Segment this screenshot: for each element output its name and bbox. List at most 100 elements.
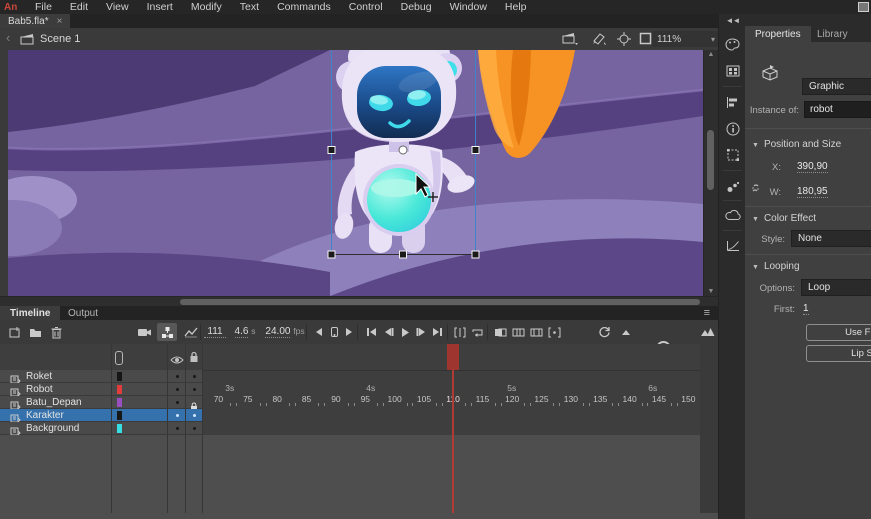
close-icon[interactable]: × [57, 16, 63, 27]
menu-item-text[interactable]: Text [231, 0, 268, 14]
new-folder-button[interactable] [27, 324, 43, 340]
menu-item-commands[interactable]: Commands [268, 0, 340, 14]
timeline-zoom-out-icon[interactable] [618, 324, 634, 340]
instance-name-field[interactable]: robot [804, 101, 871, 118]
panel-menu-icon[interactable]: ≡ [704, 307, 710, 319]
layer-row-robot[interactable]: Robot [0, 383, 203, 396]
stage-vertical-scrollbar[interactable]: ▲ ▼ [703, 50, 718, 296]
loop-playback-button[interactable] [469, 324, 485, 340]
current-frame-counter[interactable]: 111 [204, 326, 226, 338]
section-looping[interactable]: ▼Looping [752, 261, 800, 272]
symbol-type-select[interactable]: Graphic [802, 78, 871, 95]
layer-lock-dot[interactable] [193, 388, 196, 391]
creative-cloud-icon[interactable] [724, 207, 741, 224]
section-color-effect[interactable]: ▼Color Effect [752, 213, 816, 224]
menu-item-debug[interactable]: Debug [392, 0, 441, 14]
lip-syncing-button[interactable]: Lip S [806, 345, 871, 362]
layer-outline-color-swatch[interactable] [117, 424, 122, 433]
back-arrow-icon[interactable]: ‹ [6, 30, 10, 45]
layer-parenting-toggle[interactable] [157, 323, 177, 341]
layer-name[interactable]: Robot [26, 384, 53, 395]
step-back-one-frame-button[interactable] [311, 324, 327, 340]
align-icon[interactable] [724, 94, 741, 111]
outline-color-column-icon[interactable] [115, 351, 123, 365]
tab-properties[interactable]: Properties [745, 26, 811, 42]
link-width-height-icon[interactable] [749, 182, 762, 200]
add-camera-button[interactable] [136, 324, 152, 340]
scroll-down-icon[interactable]: ▼ [704, 288, 718, 295]
brush-library-icon[interactable] [724, 178, 741, 195]
x-value[interactable]: 390,90 [797, 161, 828, 173]
elapsed-time-counter[interactable]: 4.6 s [230, 326, 260, 337]
layer-visibility-dot[interactable] [176, 401, 179, 404]
timeline-zoom-in-icon[interactable] [700, 324, 716, 340]
swatches-icon[interactable] [724, 62, 741, 79]
color-palette-icon[interactable] [724, 36, 741, 53]
step-forward-button[interactable] [413, 324, 429, 340]
frame-rate-counter[interactable]: 24.00 fps [262, 326, 308, 337]
play-button[interactable] [397, 324, 413, 340]
layer-name[interactable]: Background [26, 423, 79, 434]
document-tab[interactable]: Bab5.fla* × [0, 14, 70, 28]
reset-timeline-zoom-button[interactable] [596, 324, 612, 340]
scrollbar-thumb[interactable] [707, 130, 714, 190]
menu-item-modify[interactable]: Modify [182, 0, 231, 14]
center-playhead-button[interactable] [452, 324, 468, 340]
scene-name[interactable]: Scene 1 [40, 33, 80, 45]
onion-skin-outlines-button[interactable] [510, 324, 526, 340]
section-position-and-size[interactable]: ▼Position and Size [752, 139, 841, 150]
menu-item-file[interactable]: File [26, 0, 61, 14]
layer-visibility-dot[interactable] [176, 427, 179, 430]
tab-timeline[interactable]: Timeline [0, 306, 60, 320]
layer-row-background[interactable]: Background [0, 422, 203, 435]
step-back-button[interactable] [380, 324, 396, 340]
layer-name[interactable]: Karakter [26, 410, 64, 421]
stage-canvas[interactable] [8, 50, 703, 296]
layer-visibility-dot[interactable] [176, 388, 179, 391]
lock-icon[interactable] [189, 350, 199, 368]
delete-layer-button[interactable] [48, 324, 64, 340]
motion-graph-icon[interactable] [724, 237, 741, 254]
go-to-last-frame-button[interactable] [429, 324, 445, 340]
use-frame-picker-button[interactable]: Use Fra [806, 324, 871, 341]
first-frame-value[interactable]: 1 [803, 303, 809, 315]
window-control-icon[interactable] [858, 2, 869, 12]
layer-name[interactable]: Batu_Depan [26, 397, 82, 408]
layer-outline-color-swatch[interactable] [117, 385, 122, 394]
menu-item-edit[interactable]: Edit [61, 0, 97, 14]
scrollbar-thumb[interactable] [180, 299, 700, 305]
collapse-panels-icon[interactable]: ◄◄ [719, 16, 746, 25]
playhead-line[interactable] [452, 370, 454, 513]
go-to-first-frame-button[interactable] [363, 324, 379, 340]
edit-scene-icon[interactable] [562, 32, 577, 45]
transform-icon[interactable] [724, 146, 741, 163]
tab-library[interactable]: Library [807, 26, 858, 42]
layer-outline-color-swatch[interactable] [117, 411, 122, 420]
menu-item-view[interactable]: View [97, 0, 138, 14]
w-value[interactable]: 180,95 [797, 186, 828, 198]
info-icon[interactable] [724, 120, 741, 137]
menu-item-window[interactable]: Window [441, 0, 496, 14]
playhead-marker[interactable] [447, 344, 459, 370]
scroll-up-icon[interactable]: ▲ [704, 51, 718, 58]
layer-lock-dot[interactable] [193, 414, 196, 417]
step-forward-one-frame-button[interactable] [341, 324, 357, 340]
layer-outline-color-swatch[interactable] [117, 398, 122, 407]
style-select[interactable]: None [791, 230, 871, 247]
eye-icon[interactable] [170, 352, 184, 370]
menu-item-control[interactable]: Control [340, 0, 392, 14]
layer-visibility-dot[interactable] [176, 414, 179, 417]
transform-point[interactable] [399, 146, 407, 154]
tab-output[interactable]: Output [58, 306, 108, 320]
layer-row-karakter[interactable]: Karakter [0, 409, 203, 422]
onion-skin-button[interactable] [492, 324, 508, 340]
edit-symbols-icon[interactable] [591, 32, 606, 45]
layer-visibility-dot[interactable] [176, 375, 179, 378]
stage-zoom-select[interactable]: 111% ▾ [652, 31, 720, 47]
loop-options-select[interactable]: Loop [801, 279, 871, 296]
new-layer-button[interactable] [6, 324, 22, 340]
menu-item-insert[interactable]: Insert [138, 0, 182, 14]
edit-multiple-frames-button[interactable] [528, 324, 544, 340]
layer-lock-dot[interactable] [193, 375, 196, 378]
menu-item-help[interactable]: Help [496, 0, 536, 14]
